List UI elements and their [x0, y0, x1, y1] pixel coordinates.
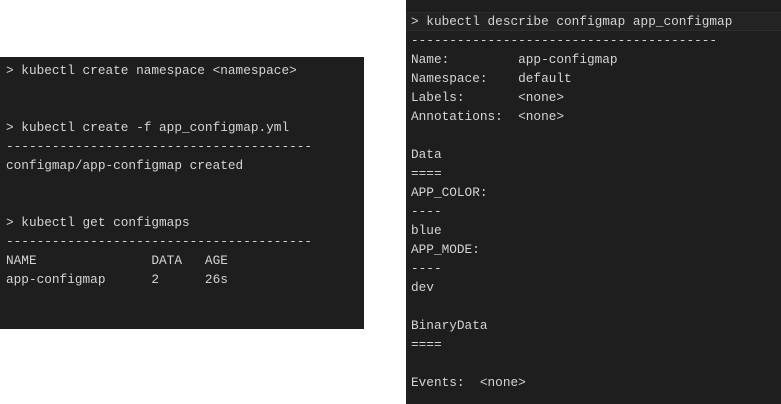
output-line: configmap/app-configmap created [6, 158, 244, 173]
output-line: APP_MODE: [411, 242, 480, 257]
output-line: ---------------------------------------- [6, 139, 313, 154]
command-line: > kubectl create -f app_configmap.yml [6, 120, 290, 135]
left-terminal-panel: > kubectl create namespace <namespace> > … [0, 57, 364, 329]
output-line: ==== [411, 166, 442, 181]
output-line: BinaryData [411, 318, 488, 333]
output-line: ---------------------------------------- [411, 33, 718, 48]
output-line: app-configmap 2 26s [6, 272, 228, 287]
output-line: ==== [411, 337, 442, 352]
output-line: Annotations: <none> [411, 109, 565, 124]
output-line: Events: <none> [411, 375, 526, 390]
output-line: NAME DATA AGE [6, 253, 228, 268]
output-line: ---- [411, 204, 442, 219]
output-line: dev [411, 280, 434, 295]
output-line: Name: app-configmap [411, 52, 618, 67]
command-line: > kubectl describe configmap app_configm… [406, 12, 781, 31]
command-line: > kubectl get configmaps [6, 215, 190, 230]
output-line: Namespace: default [411, 71, 572, 86]
output-line: Labels: <none> [411, 90, 565, 105]
command-line: > kubectl create namespace <namespace> [6, 63, 297, 78]
output-line: Data [411, 147, 442, 162]
output-line: ---------------------------------------- [6, 234, 313, 249]
right-terminal-panel: > kubectl describe configmap app_configm… [406, 0, 781, 404]
output-line: ---- [411, 261, 442, 276]
output-line: blue [411, 223, 442, 238]
output-line: APP_COLOR: [411, 185, 488, 200]
